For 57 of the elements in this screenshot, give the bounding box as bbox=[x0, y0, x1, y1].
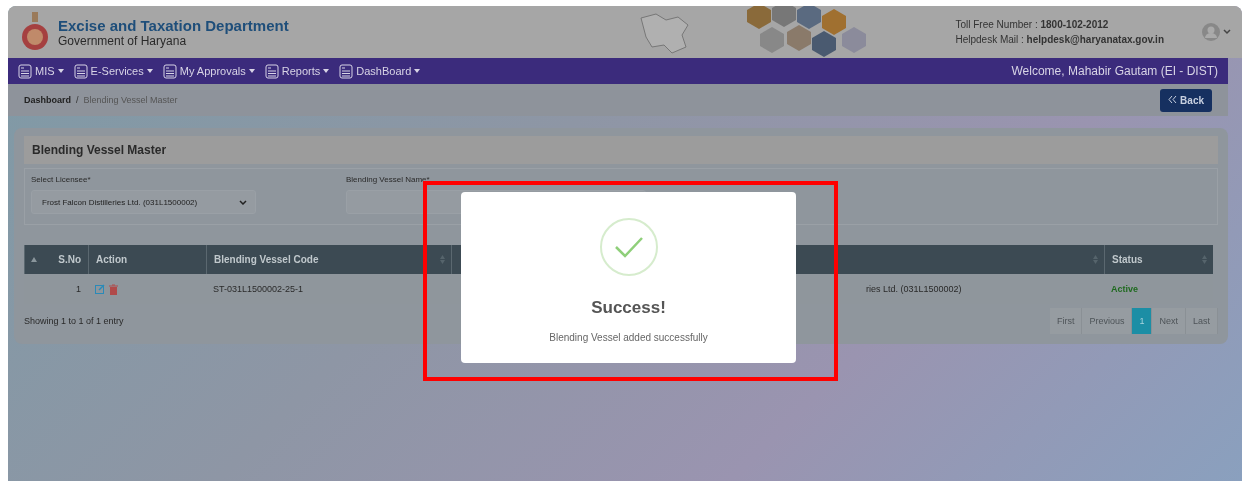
menu-item[interactable]: Reports bbox=[264, 63, 330, 79]
page-button[interactable]: Next bbox=[1152, 308, 1186, 334]
sort-icon[interactable] bbox=[1093, 255, 1098, 264]
dialog-message: Blending Vessel added successfully bbox=[549, 332, 708, 343]
table-cell: ST-031L1500002-25-1 bbox=[213, 284, 304, 294]
field-label: Blending Vessel Name* bbox=[346, 175, 431, 184]
document-icon bbox=[73, 63, 88, 79]
sort-icon[interactable] bbox=[1202, 255, 1207, 264]
column-label: Status bbox=[1112, 254, 1143, 265]
column-header[interactable]: S.No bbox=[24, 245, 88, 274]
column-header[interactable]: Blending Vessel Code bbox=[206, 245, 451, 274]
edit-icon[interactable] bbox=[95, 284, 105, 294]
department-title: Excise and Taxation Department bbox=[58, 16, 290, 34]
column-label: Action bbox=[96, 254, 128, 265]
column-label: Blending Vessel Code bbox=[214, 254, 319, 265]
breadcrumb-item: Blending Vessel Master bbox=[83, 95, 178, 105]
caret-icon bbox=[323, 69, 330, 73]
caret-icon bbox=[248, 69, 255, 73]
menu-item[interactable]: E-Services bbox=[73, 63, 153, 79]
document-icon bbox=[162, 63, 177, 79]
welcome-text: Welcome, Mahabir Gautam (EI - DIST) bbox=[1011, 64, 1218, 78]
status-text: Active bbox=[1111, 284, 1138, 294]
chevron-icon bbox=[239, 199, 247, 205]
breadcrumb-separator: / bbox=[76, 95, 79, 105]
table-cell: ries Ltd. (031L1500002) bbox=[866, 284, 962, 294]
column-label: S.No bbox=[58, 254, 81, 265]
document-icon bbox=[264, 63, 279, 79]
table-cell: 1 bbox=[76, 284, 81, 294]
breadcrumb-item[interactable]: Dashboard bbox=[24, 95, 71, 105]
page-button[interactable]: Previous bbox=[1082, 308, 1133, 334]
menu-item[interactable]: MIS bbox=[18, 63, 64, 79]
success-check-icon bbox=[599, 218, 658, 276]
page-button[interactable]: Last bbox=[1186, 308, 1218, 334]
entries-info: Showing 1 to 1 of 1 entry bbox=[24, 316, 124, 326]
card-title: Blending Vessel Master bbox=[24, 136, 1218, 164]
licensee-select[interactable]: Frost Falcon Distilleries Ltd. (031L1500002) bbox=[31, 190, 256, 214]
column-header[interactable]: Status bbox=[1104, 245, 1213, 274]
caret-icon bbox=[57, 69, 64, 73]
back-button[interactable]: Back bbox=[1160, 88, 1212, 112]
user-avatar-icon[interactable] bbox=[1202, 23, 1232, 41]
government-subtitle: Government of Haryana bbox=[58, 33, 188, 48]
toll-free-number: Toll Free Number : 1800-102-2012 bbox=[955, 19, 1110, 30]
sort-icon[interactable] bbox=[440, 255, 445, 264]
sort-up-icon bbox=[31, 257, 37, 262]
caret-icon bbox=[414, 69, 421, 73]
helpdesk-mail: Helpdesk Mail : helpdesk@haryanatax.gov.in bbox=[955, 34, 1164, 45]
menu-item[interactable]: My Approvals bbox=[162, 63, 255, 79]
menu-item[interactable]: DashBoard bbox=[339, 63, 421, 79]
field-label: Select Licensee* bbox=[31, 175, 92, 184]
emblem-logo-icon bbox=[20, 12, 50, 52]
page-button[interactable]: First bbox=[1049, 308, 1083, 334]
trash-icon[interactable] bbox=[109, 283, 118, 295]
caret-icon bbox=[146, 69, 153, 73]
document-icon bbox=[339, 63, 354, 79]
dialog-title: Success! bbox=[591, 298, 666, 318]
double-chevron-left-icon bbox=[1168, 94, 1178, 104]
document-icon bbox=[18, 63, 32, 79]
